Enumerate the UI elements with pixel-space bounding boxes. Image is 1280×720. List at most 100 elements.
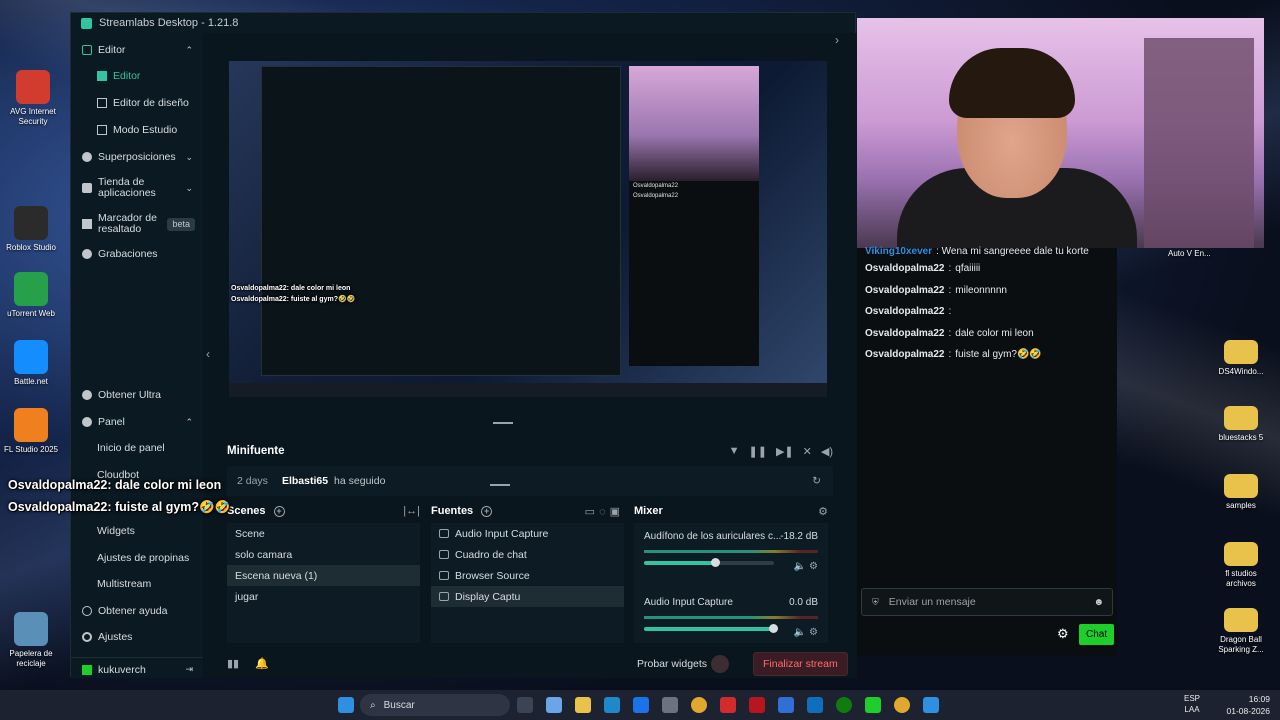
webcam-background [1144, 38, 1254, 248]
nav-panel-home[interactable]: Inicio de panel [71, 436, 203, 460]
nav-panel-multistream[interactable]: Multistream [71, 572, 203, 596]
volume-icon[interactable]: ◀) [821, 445, 833, 458]
desktop-folder[interactable]: samples [1210, 474, 1272, 511]
nav-panel[interactable]: Panel ⌃ [71, 410, 203, 434]
chrome-alt-icon[interactable] [894, 697, 910, 713]
nav-settings[interactable]: Ajustes [71, 625, 203, 649]
nav-panel-widgets[interactable]: Widgets [71, 519, 203, 543]
mute-alerts-icon[interactable]: ✕ [803, 445, 812, 458]
stream-preview[interactable]: Osvaldopalma22 Osvaldopalma22 Osvaldopal… [229, 61, 827, 397]
resize-handle[interactable] [493, 422, 513, 424]
desktop-icon[interactable]: FL Studio 2025 [0, 408, 62, 455]
scene-item[interactable]: Scene [227, 523, 420, 544]
chevron-down-icon: ⌄ [185, 182, 193, 193]
source-item[interactable]: Audio Input Capture [431, 523, 624, 544]
chat-settings-icon[interactable]: ⚙ [1057, 626, 1069, 642]
sources-title: Fuentes [431, 505, 474, 517]
roblox-icon[interactable] [720, 697, 736, 713]
nav-editor[interactable]: Editor ⌃ [71, 38, 203, 62]
xbox-icon[interactable] [836, 697, 852, 713]
desktop-folder[interactable]: DS4Windo... [1210, 340, 1272, 377]
volume-slider-knob[interactable] [769, 624, 778, 633]
mixer-gear-icon[interactable]: ⚙ [818, 505, 828, 518]
app-icon[interactable] [807, 697, 823, 713]
chrome-icon[interactable] [691, 697, 707, 713]
nav-panel-tips[interactable]: Ajustes de propinas [71, 546, 203, 570]
volume-slider[interactable] [644, 558, 774, 567]
collapse-left-icon[interactable]: ‹ [206, 347, 210, 361]
nav-editor-studio[interactable]: Modo Estudio [71, 118, 203, 142]
kick-icon[interactable] [865, 697, 881, 713]
emoji-icon[interactable]: ☻ [1093, 597, 1104, 608]
source-item[interactable]: Cuadro de chat [431, 544, 624, 565]
scene-item[interactable]: Escena nueva (1) [227, 565, 420, 586]
streamlabs-window: Streamlabs Desktop - 1.21.8 Editor ⌃ Edi… [70, 12, 857, 678]
desktop-icon-label: AVG Internet Security [10, 107, 56, 126]
source-item[interactable]: Browser Source [431, 565, 624, 586]
stats-icon[interactable]: ▮▮ [227, 657, 239, 670]
desktop-icon[interactable]: Papelera de reciclaje [0, 612, 62, 669]
mixer-item: Audio Input Capture 0.0 dB 🔈 ⚙ [634, 589, 828, 655]
pause-icon[interactable]: ❚❚ [749, 445, 767, 458]
taskbar-search[interactable]: ⌕ Buscar [360, 694, 510, 716]
scene-item[interactable]: solo camara [227, 544, 420, 565]
store-icon[interactable] [778, 697, 794, 713]
widgets-icon[interactable] [546, 697, 562, 713]
add-scene-icon[interactable]: + [273, 505, 285, 517]
file-explorer-icon[interactable] [575, 697, 591, 713]
nav-overlays[interactable]: Superposiciones ⌄ [71, 145, 203, 169]
clock[interactable]: 16:09 01-08-2026 [1227, 693, 1270, 717]
scene-list: Scene solo camara Escena nueva (1) jugar [227, 523, 420, 643]
nav-app-store[interactable]: Tienda de aplicaciones ⌄ [71, 173, 203, 203]
replay-icon[interactable]: ↻ [812, 475, 821, 487]
nav-get-ultra[interactable]: Obtener Ultra [71, 383, 203, 407]
source-tools-icon[interactable]: ▭◌▣ [585, 505, 624, 518]
outlook-icon[interactable] [633, 697, 649, 713]
settings-icon[interactable] [662, 697, 678, 713]
filter-icon[interactable]: ▼ [729, 445, 740, 458]
chat-separator: : [948, 349, 952, 361]
scene-item[interactable]: jugar [227, 586, 420, 607]
volume-slider-knob[interactable] [710, 558, 720, 567]
language-indicator[interactable]: ESP LAA [1184, 693, 1200, 715]
speaker-icon[interactable]: 🔈 [794, 627, 809, 638]
netflix-icon[interactable] [749, 697, 765, 713]
nav-user[interactable]: kukuverch ⇥ [71, 657, 203, 681]
chat-user: Osvaldopalma22 [865, 284, 945, 296]
desktop-icon[interactable]: AVG Internet Security [2, 70, 64, 127]
edge-icon[interactable] [604, 697, 620, 713]
desktop-icon[interactable]: uTorrent Web [0, 272, 62, 319]
nav-editor-design[interactable]: Editor de diseño [71, 91, 203, 115]
volume-slider[interactable] [644, 624, 778, 633]
bell-icon[interactable]: 🔔 [255, 657, 269, 670]
record-button[interactable] [711, 654, 729, 673]
gear-icon[interactable]: ⚙ [809, 561, 818, 572]
battlenet-icon[interactable] [923, 697, 939, 713]
desktop-folder[interactable]: fl studios archivos [1210, 542, 1272, 589]
desktop-icon[interactable]: Battle.net [0, 340, 62, 387]
add-source-icon[interactable]: + [481, 505, 493, 517]
nav-help[interactable]: Obtener ayuda [71, 599, 203, 623]
desktop-icon-label: bluestacks 5 [1218, 433, 1264, 442]
test-widgets-button[interactable]: Probar widgets [637, 658, 707, 670]
logout-icon[interactable]: ⇥ [185, 664, 193, 675]
speaker-icon[interactable]: 🔈 [794, 561, 809, 572]
nav-highlighter[interactable]: Marcador de resaltado beta [71, 209, 203, 239]
task-view-icon[interactable] [517, 697, 533, 713]
desktop-folder[interactable]: Dragon Ball Sparking Z... [1210, 608, 1272, 655]
chat-user: Osvaldopalma22 [865, 263, 945, 275]
skip-icon[interactable]: ▶❚ [776, 445, 794, 458]
transition-icon[interactable]: |↔| [403, 505, 420, 517]
chat-input[interactable]: ⛨ Enviar un mensaje ☻ [861, 588, 1113, 616]
end-stream-button[interactable]: Finalizar stream [753, 651, 848, 676]
collapse-right-icon[interactable]: › [835, 33, 839, 47]
chat-send-button[interactable]: Chat [1079, 624, 1115, 645]
desktop-icon[interactable]: Roblox Studio [0, 206, 62, 253]
start-button-icon[interactable] [338, 697, 354, 713]
nav-recordings[interactable]: Grabaciones [71, 242, 203, 266]
desktop-folder[interactable]: bluestacks 5 [1210, 406, 1272, 443]
gear-icon[interactable]: ⚙ [809, 627, 818, 638]
resize-handle[interactable] [490, 484, 510, 486]
source-item[interactable]: Display Captu [431, 586, 624, 607]
nav-editor-editor[interactable]: Editor [71, 64, 203, 88]
